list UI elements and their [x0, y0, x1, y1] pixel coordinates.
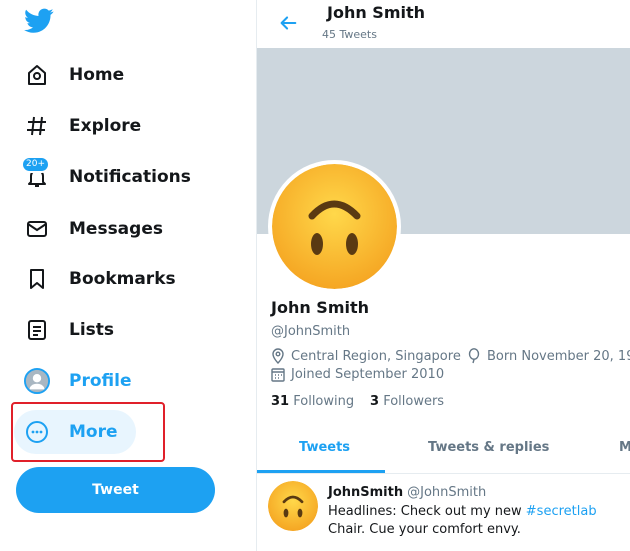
sidebar-item-label: Profile: [69, 371, 132, 391]
sidebar-item-label: Lists: [69, 320, 115, 340]
profile-main: John Smith 45 Tweets John Smith @JohnSmi…: [257, 0, 630, 551]
birthday-text: Born November 20, 19: [487, 348, 630, 364]
tab-tweets[interactable]: Tweets: [299, 440, 350, 455]
header-name: John Smith: [327, 3, 426, 22]
list-icon: [24, 317, 50, 343]
followers-link[interactable]: 3 Followers: [370, 394, 444, 409]
sidebar-item-label: Notifications: [69, 167, 191, 187]
sidebar-item-lists[interactable]: Lists: [14, 308, 130, 352]
joined-text: Joined September 2010: [291, 367, 445, 382]
following-count: 31: [271, 394, 290, 409]
sidebar-item-label: Home: [69, 65, 125, 85]
sidebar-item-profile[interactable]: Profile: [14, 359, 147, 403]
sidebar-item-label: Messages: [69, 219, 163, 239]
highlight-box: [11, 402, 165, 462]
tweet-text-end: Chair. Cue your comfort envy.: [328, 522, 521, 537]
location-pin-icon: [272, 348, 284, 364]
profile-avatar[interactable]: [268, 160, 401, 293]
bookmark-icon: [24, 266, 50, 292]
followers-count: 3: [370, 394, 380, 409]
sidebar: Home Explore 20+ Notifications Messages …: [0, 0, 256, 551]
profile-handle: @JohnSmith: [271, 324, 351, 339]
bell-icon: 20+: [21, 156, 50, 190]
calendar-icon: [271, 368, 285, 382]
profile-name: John Smith: [271, 298, 370, 317]
profile-location: Central Region, Singapore: [271, 348, 461, 364]
twitter-bird-icon[interactable]: [24, 8, 54, 34]
followers-label: Followers: [383, 394, 445, 409]
tweet-count: 45 Tweets: [322, 28, 377, 41]
tweet-text-start: Headlines: Check out my new: [328, 504, 526, 519]
sidebar-item-bookmarks[interactable]: Bookmarks: [14, 257, 192, 301]
tweet-text: Headlines: Check out my new #secretlab C…: [328, 503, 628, 539]
profile-birthday: Born November 20, 19: [467, 348, 630, 364]
tweet-button[interactable]: Tweet: [16, 467, 215, 513]
sidebar-item-label: Explore: [69, 116, 142, 136]
tabs-divider: [257, 473, 630, 474]
home-icon: [24, 62, 50, 88]
envelope-icon: [24, 216, 50, 242]
hashtag-icon: [24, 113, 50, 139]
profile-joined: Joined September 2010: [271, 367, 444, 382]
sidebar-item-messages[interactable]: Messages: [14, 207, 179, 251]
sidebar-item-label: Bookmarks: [69, 269, 176, 289]
balloon-icon: [468, 348, 480, 364]
sidebar-item-explore[interactable]: Explore: [14, 104, 157, 148]
sidebar-item-home[interactable]: Home: [14, 53, 140, 97]
tweet-author-handle: @JohnSmith: [407, 485, 487, 500]
notification-badge: 20+: [21, 156, 50, 173]
tab-tweets-replies[interactable]: Tweets & replies: [428, 440, 549, 455]
tab-media[interactable]: M: [619, 440, 630, 455]
avatar-icon: [24, 368, 50, 394]
back-arrow-icon[interactable]: [277, 12, 299, 34]
tweet-hashtag[interactable]: #secretlab: [526, 504, 597, 519]
tweet-author-name: JohnSmith: [328, 485, 404, 500]
following-label: Following: [293, 394, 355, 409]
tweet-author[interactable]: JohnSmith @JohnSmith: [328, 485, 486, 500]
following-link[interactable]: 31 Following: [271, 394, 354, 409]
tweet-avatar[interactable]: [268, 481, 318, 531]
sidebar-item-notifications[interactable]: 20+ Notifications: [14, 155, 207, 199]
location-text: Central Region, Singapore: [291, 348, 461, 364]
